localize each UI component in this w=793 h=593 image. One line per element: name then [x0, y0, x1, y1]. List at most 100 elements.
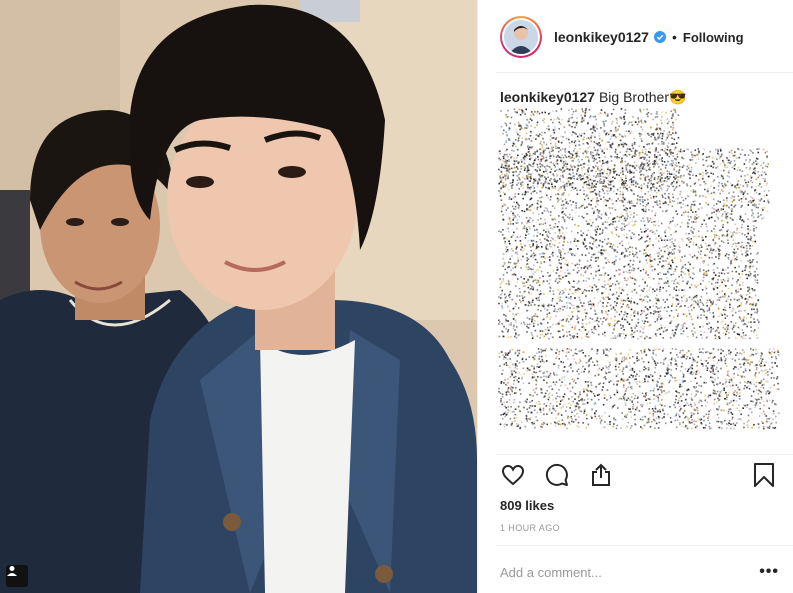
- noise-pixel: [748, 261, 751, 263]
- noise-pixel: [620, 117, 623, 119]
- tagged-people-icon[interactable]: [6, 565, 28, 587]
- noise-pixel: [540, 134, 543, 137]
- noise-pixel: [557, 297, 560, 299]
- noise-pixel: [597, 325, 600, 328]
- noise-pixel: [643, 164, 646, 166]
- noise-pixel: [542, 223, 544, 225]
- noise-pixel: [508, 160, 510, 162]
- noise-pixel: [692, 174, 694, 176]
- noise-pixel: [644, 168, 646, 170]
- noise-pixel: [558, 320, 561, 322]
- noise-pixel: [703, 419, 705, 422]
- noise-pixel: [597, 169, 600, 171]
- noise-pixel: [586, 183, 588, 186]
- noise-pixel: [745, 273, 747, 276]
- story-ring[interactable]: [500, 16, 542, 58]
- noise-pixel: [509, 417, 512, 420]
- noise-pixel: [531, 154, 533, 157]
- noise-pixel: [605, 262, 607, 265]
- noise-pixel: [748, 286, 751, 289]
- noise-pixel: [620, 307, 622, 309]
- noise-pixel: [667, 160, 669, 163]
- noise-pixel: [684, 204, 687, 207]
- noise-pixel: [657, 311, 659, 313]
- noise-pixel: [670, 152, 672, 155]
- noise-pixel: [681, 256, 683, 258]
- noise-pixel: [734, 242, 736, 245]
- noise-pixel: [753, 225, 755, 227]
- noise-pixel: [739, 218, 741, 220]
- noise-pixel: [519, 134, 521, 137]
- noise-pixel: [583, 136, 585, 139]
- noise-pixel: [500, 281, 503, 284]
- noise-pixel: [549, 161, 551, 164]
- noise-pixel: [677, 150, 680, 152]
- noise-pixel: [659, 327, 662, 329]
- noise-pixel: [675, 210, 677, 212]
- noise-pixel: [558, 379, 561, 381]
- post-photo[interactable]: [0, 0, 477, 593]
- noise-pixel: [707, 362, 709, 364]
- noise-pixel: [623, 182, 625, 185]
- noise-pixel: [652, 305, 655, 307]
- noise-pixel: [526, 204, 528, 206]
- noise-pixel: [663, 250, 666, 253]
- noise-pixel: [580, 267, 583, 269]
- noise-pixel: [674, 268, 677, 271]
- noise-pixel: [755, 226, 758, 229]
- noise-pixel: [633, 223, 636, 226]
- noise-pixel: [728, 176, 731, 178]
- noise-pixel: [528, 266, 530, 268]
- noise-pixel: [647, 182, 649, 184]
- noise-pixel: [594, 320, 597, 322]
- noise-pixel: [647, 274, 649, 276]
- noise-pixel: [501, 322, 503, 325]
- noise-pixel: [575, 152, 578, 155]
- noise-pixel: [722, 159, 724, 162]
- author-username[interactable]: leonkikey0127: [554, 29, 649, 45]
- noise-pixel: [639, 203, 642, 205]
- noise-pixel: [499, 175, 501, 177]
- noise-pixel: [749, 361, 752, 363]
- noise-pixel: [683, 322, 686, 325]
- noise-pixel: [529, 288, 532, 290]
- noise-pixel: [623, 277, 626, 279]
- noise-pixel: [757, 162, 759, 164]
- following-button[interactable]: Following: [683, 30, 744, 45]
- noise-pixel: [598, 142, 600, 144]
- noise-pixel: [531, 320, 533, 323]
- noise-pixel: [672, 121, 674, 124]
- noise-pixel: [633, 301, 636, 304]
- noise-pixel: [588, 108, 591, 111]
- noise-pixel: [598, 244, 600, 247]
- noise-pixel: [582, 119, 585, 122]
- noise-pixel: [536, 166, 539, 168]
- noise-pixel: [616, 280, 618, 283]
- noise-pixel: [666, 239, 669, 241]
- noise-pixel: [666, 154, 669, 156]
- noise-pixel: [532, 286, 534, 289]
- noise-pixel: [543, 403, 546, 405]
- noise-pixel: [681, 289, 683, 291]
- noise-pixel: [710, 185, 712, 187]
- noise-pixel: [629, 271, 631, 274]
- noise-pixel: [740, 249, 743, 252]
- noise-pixel: [562, 185, 564, 187]
- noise-pixel: [661, 157, 663, 159]
- noise-pixel: [654, 150, 657, 153]
- noise-pixel: [614, 335, 616, 337]
- noise-pixel: [547, 271, 549, 274]
- noise-pixel: [674, 187, 677, 190]
- noise-pixel: [564, 288, 567, 291]
- noise-pixel: [753, 204, 755, 207]
- noise-pixel: [511, 255, 513, 257]
- noise-pixel: [526, 185, 529, 188]
- caption-username[interactable]: leonkikey0127: [500, 89, 595, 105]
- noise-pixel: [583, 388, 585, 391]
- noise-pixel: [733, 252, 736, 254]
- noise-pixel: [694, 211, 697, 213]
- noise-pixel: [512, 267, 514, 269]
- noise-pixel: [660, 158, 663, 161]
- noise-pixel: [536, 183, 539, 185]
- noise-pixel: [718, 181, 720, 184]
